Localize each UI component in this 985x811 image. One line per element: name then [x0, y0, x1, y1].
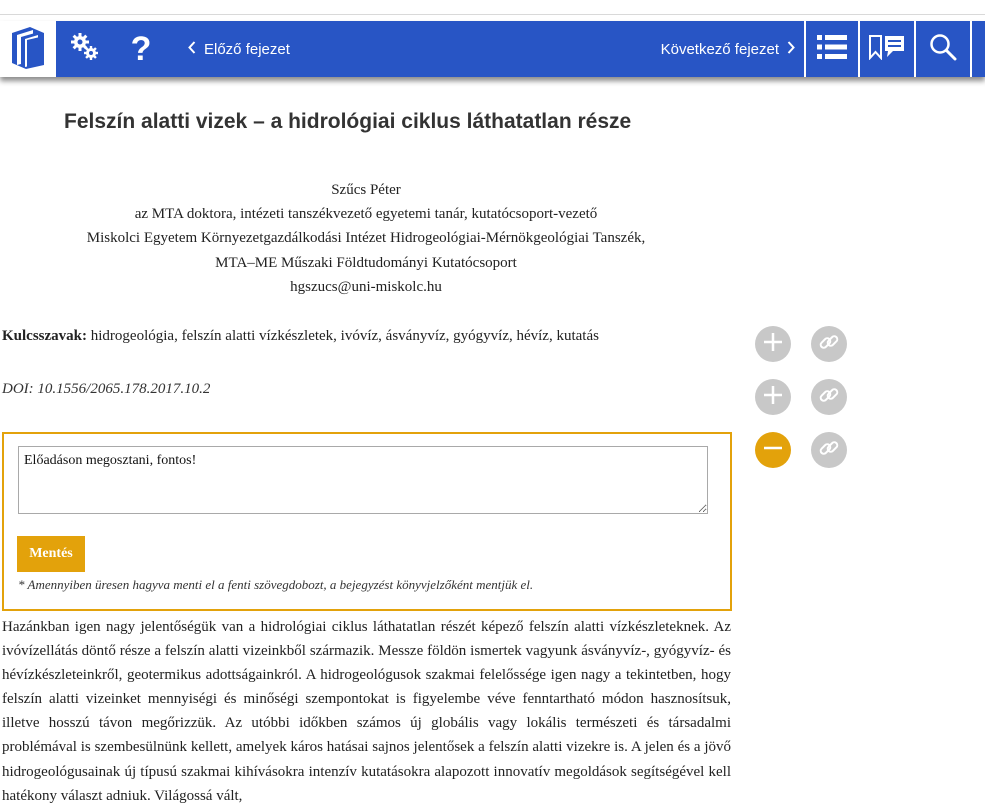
gears-icon: [69, 31, 101, 68]
list-icon: [817, 34, 847, 65]
plus-icon: [762, 384, 784, 411]
author-info: Szűcs Péter az MTA doktora, intézeti tan…: [0, 178, 732, 299]
bookmarks-notes-button[interactable]: [860, 21, 914, 77]
keywords-label: Kulcsszavak:: [2, 328, 88, 344]
close-note-button[interactable]: [755, 432, 791, 468]
link-icon: [818, 384, 840, 411]
author-research-group: MTA–ME Műszaki Földtudományi Kutatócsopo…: [215, 254, 517, 271]
author-affiliation: Miskolci Egyetem Környezetgazdálkodási I…: [86, 230, 646, 247]
previous-chapter-label: Előző fejezet: [204, 40, 290, 58]
note-hint: * Amennyiben üresen hagyva menti el a fe…: [18, 577, 534, 592]
keywords-value: hidrogeológia, felszín alatti vízkészlet…: [90, 328, 599, 344]
book-logo-button[interactable]: [0, 21, 56, 77]
question-icon: ?: [130, 29, 152, 68]
help-button[interactable]: ?: [114, 21, 168, 77]
add-note-button[interactable]: [755, 326, 791, 362]
chevron-right-icon: [787, 40, 795, 58]
minus-icon: [762, 437, 784, 464]
next-chapter-label: Következő fejezet: [660, 40, 779, 58]
toolbar-separator: [970, 21, 972, 77]
keywords: Kulcsszavak: hidrogeológia, felszín alat…: [2, 328, 599, 345]
author-title: az MTA doktora, intézeti tanszékvezető e…: [134, 206, 598, 223]
add-note-button[interactable]: [755, 379, 791, 415]
chevron-left-icon: [188, 40, 196, 58]
link-icon: [818, 331, 840, 358]
bookmark-comment-icon: [868, 34, 906, 65]
copy-link-button[interactable]: [811, 379, 847, 415]
top-divider: [0, 14, 985, 15]
next-chapter-button[interactable]: Következő fejezet: [661, 21, 803, 77]
previous-chapter-button[interactable]: Előző fejezet: [170, 21, 290, 77]
search-icon: [929, 33, 957, 66]
author-email: hgszucs@uni-miskolc.hu: [290, 278, 442, 295]
note-editor: Előadáson megosztani, fontos! Mentés * A…: [2, 432, 732, 611]
copy-link-button[interactable]: [811, 432, 847, 468]
search-button[interactable]: [916, 21, 970, 77]
copy-link-button[interactable]: [811, 326, 847, 362]
author-name: Szűcs Péter: [331, 182, 401, 198]
article-paragraph: Hazánkban igen nagy jelentőségük van a h…: [2, 619, 731, 804]
doi: DOI: 10.1556/2065.178.2017.10.2: [2, 381, 211, 397]
article-title: Felszín alatti vizek – a hidrológiai cik…: [64, 110, 632, 133]
plus-icon: [762, 331, 784, 358]
note-textarea[interactable]: Előadáson megosztani, fontos!: [18, 446, 708, 514]
settings-button[interactable]: [58, 21, 112, 77]
table-of-contents-button[interactable]: [806, 21, 858, 77]
link-icon: [818, 437, 840, 464]
save-button[interactable]: Mentés: [17, 536, 85, 572]
book-logo-icon: [8, 25, 48, 74]
reader-toolbar: ? Előző fejezet Következő fejezet: [0, 21, 985, 77]
